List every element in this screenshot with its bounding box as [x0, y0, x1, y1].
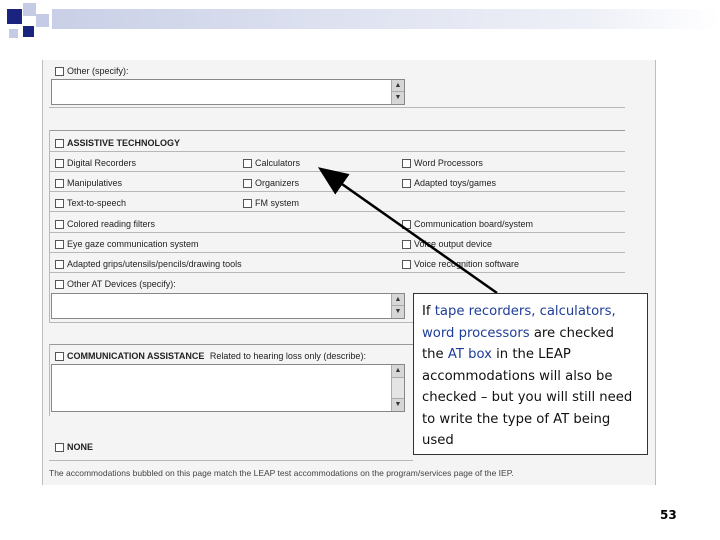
callout-arrow-line [317, 167, 498, 295]
callout-highlight: AT box [447, 347, 492, 362]
callout-text: in the LEAP accommodations will also be … [422, 347, 633, 448]
callout-note: If tape recorders, calculators, word pro… [413, 293, 648, 455]
page-number: 53 [660, 508, 677, 522]
callout-text: If [422, 304, 435, 319]
callout-arrow [317, 167, 498, 295]
